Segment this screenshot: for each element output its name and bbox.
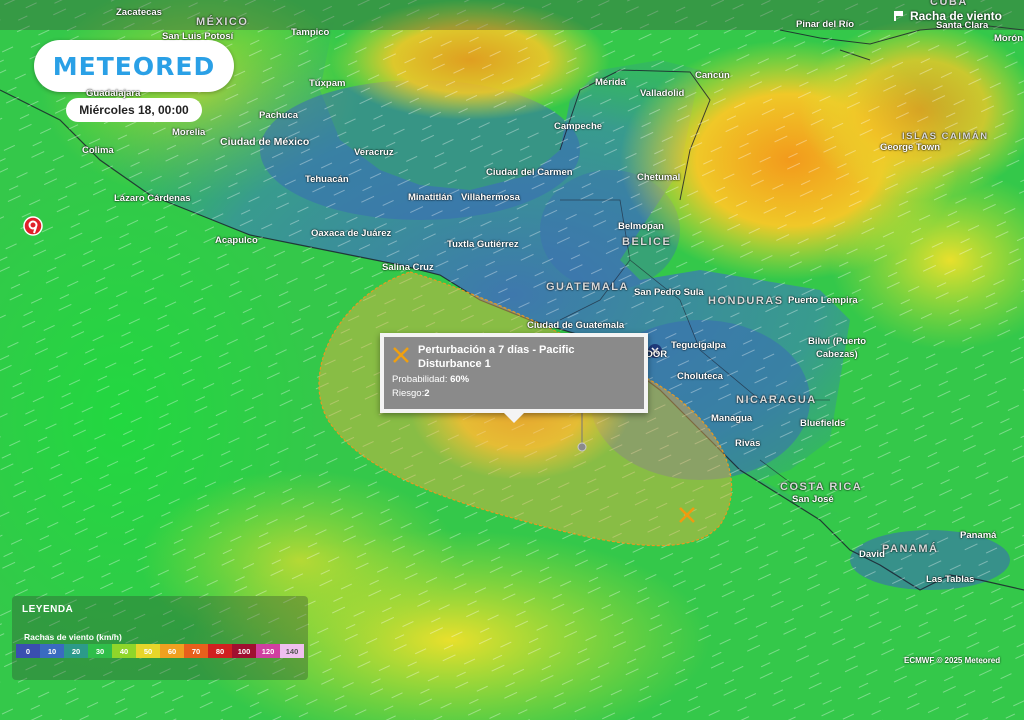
meteored-logo[interactable]: METEORED: [34, 40, 234, 92]
label-cuba: CUBA: [930, 0, 968, 8]
label-merida: Mérida: [595, 77, 626, 88]
legend-bin: 140: [280, 644, 304, 658]
legend-bin: 120: [256, 644, 280, 658]
label-belice: BELICE: [622, 236, 672, 248]
legend-bin: 60: [160, 644, 184, 658]
label-bluefields: Bluefields: [800, 418, 846, 429]
risk-value: 2: [424, 388, 430, 399]
meteored-location-pin-icon[interactable]: [22, 216, 44, 238]
label-villahermosa: Villahermosa: [461, 192, 520, 203]
label-david: David: [859, 549, 885, 560]
label-belmopan: Belmopan: [618, 221, 664, 232]
label-puerto-lempira: Puerto Lempira: [788, 295, 858, 306]
label-chetumal: Chetumal: [637, 172, 681, 183]
label-tampico: Tampico: [291, 27, 330, 38]
label-cabezas: Cabezas): [816, 349, 858, 360]
label-acapulco: Acapulco: [215, 235, 258, 246]
label-tehuacan: Tehuacán: [305, 174, 349, 185]
label-ciudad-del-carmen: Ciudad del Carmen: [486, 167, 573, 178]
date-time-selector[interactable]: Miércoles 18, 00:00: [66, 98, 202, 122]
legend-bin: 10: [40, 644, 64, 658]
label-tuxtla: Tuxtla Gutiérrez: [447, 239, 519, 250]
logo-text: METEORED: [52, 51, 216, 81]
label-bilwi: Bilwi (Puerto: [808, 336, 867, 347]
label-costa-rica: COSTA RICA: [780, 481, 863, 493]
label-guatemala: GUATEMALA: [546, 281, 629, 293]
popup-probability: Probabilidad: 60%: [392, 374, 469, 385]
label-rivas: Rivas: [735, 438, 761, 449]
popup-title: Perturbación a 7 días - Pacific Disturba…: [418, 344, 575, 370]
label-cancun: Cancún: [695, 70, 730, 81]
label-el-salvador-fragment: DOR: [646, 349, 668, 360]
label-colima: Colima: [82, 145, 114, 156]
label-nicaragua: NICARAGUA: [736, 394, 817, 406]
label-san-jose: San José: [792, 494, 834, 505]
label-salina-cruz: Salina Cruz: [382, 262, 434, 273]
label-managua: Managua: [711, 413, 753, 424]
label-san-pedro-sula: San Pedro Sula: [634, 287, 704, 298]
label-minatitlan: Minatitlán: [408, 192, 453, 203]
legend-color-scale: 0 10 20 30 40 50 60 70 80 100 120 140: [16, 644, 304, 658]
label-choluteca: Choluteca: [677, 371, 723, 382]
probability-label: Probabilidad:: [392, 374, 448, 385]
legend-bin: 80: [208, 644, 232, 658]
disturbance-center-dot[interactable]: [577, 442, 587, 452]
legend-bin: 0: [16, 644, 40, 658]
label-panama-country: PANAMÁ: [882, 543, 939, 555]
label-lazaro-cardenas: Lázaro Cárdenas: [114, 193, 191, 204]
label-veracruz: Veracruz: [354, 147, 394, 158]
risk-label: Riesgo:: [392, 388, 425, 399]
credit-text: ECMWF © 2025 Meteored: [904, 656, 1001, 665]
label-san-luis-potosi: San Luis Potosí: [162, 31, 234, 42]
legend-bin: 100: [232, 644, 256, 658]
label-tegucigalpa: Tegucigalpa: [671, 340, 726, 351]
label-ciudad-de-mexico: Ciudad de México: [220, 136, 310, 148]
legend-bin: 20: [64, 644, 88, 658]
label-zacatecas: Zacatecas: [116, 7, 162, 18]
popup-risk: Riesgo:2: [392, 388, 430, 399]
label-las-tablas: Las Tablas: [926, 574, 975, 585]
label-mexico: MÉXICO: [196, 16, 249, 28]
legend-bin: 40: [112, 644, 136, 658]
legend-bin: 70: [184, 644, 208, 658]
flag-icon: [893, 11, 904, 21]
label-islas-caiman: ISLAS CAIMÁN: [902, 131, 989, 142]
label-oaxaca: Oaxaca de Juárez: [311, 228, 392, 239]
label-george-town: George Town: [880, 142, 940, 153]
label-santa-clara: Santa Clara: [936, 20, 989, 31]
legend-subtitle: Rachas de viento (km/h): [24, 632, 122, 642]
label-campeche: Campeche: [554, 121, 603, 132]
label-pinar-del-rio: Pinar del Río: [796, 19, 855, 30]
label-panama-city: Panamá: [960, 530, 997, 541]
legend-bin: 50: [136, 644, 160, 658]
probability-value: 60%: [450, 374, 470, 385]
label-honduras: HONDURAS: [708, 295, 784, 307]
legend-bin: 30: [88, 644, 112, 658]
x-mark-icon: [393, 347, 409, 363]
label-tuxpam: Túxpam: [309, 78, 346, 89]
label-valladolid: Valladolid: [640, 88, 685, 99]
legend-title: LEYENDA: [22, 604, 74, 615]
label-pachuca: Pachuca: [259, 110, 299, 121]
disturbance-popup[interactable]: Perturbación a 7 días - Pacific Disturba…: [380, 333, 648, 423]
label-guadalajara: Guadalajara: [86, 88, 141, 99]
label-moron: Morón: [994, 33, 1024, 44]
label-ciudad-de-guatemala: Ciudad de Guatemala: [527, 320, 625, 331]
label-morelia: Morelia: [172, 127, 206, 138]
legend-panel[interactable]: LEYENDA Rachas de viento (km/h) 0 10 20 30 4…: [12, 596, 308, 680]
